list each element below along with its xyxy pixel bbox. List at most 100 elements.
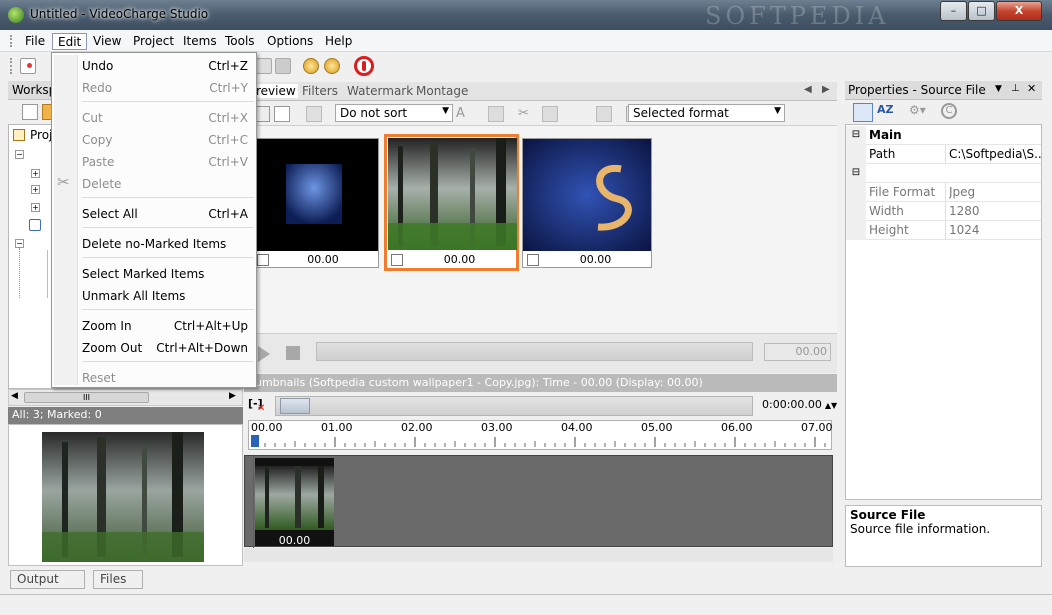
add-image-icon[interactable] — [274, 106, 290, 122]
add-item-icon[interactable] — [22, 104, 38, 120]
scroll-left-arrow[interactable]: ◀ — [11, 391, 18, 401]
property-pages-icon[interactable]: ⚙▾ — [909, 103, 933, 121]
crop-tool-icon[interactable]: ✂ — [518, 106, 534, 122]
menu-item-copy[interactable]: Copy Ctrl+C — [82, 131, 254, 149]
timeline-clip[interactable]: 00.00 — [255, 458, 334, 546]
scroll-thumb[interactable]: III — [24, 392, 149, 403]
menu-item-paste[interactable]: Paste Ctrl+V — [82, 153, 254, 171]
menu-project[interactable]: Project — [128, 33, 179, 50]
duplicate-icon[interactable] — [306, 106, 322, 122]
menu-item-cut[interactable]: Cut Ctrl+X — [82, 109, 254, 127]
thumbnail-card-3[interactable]: 00.00 — [522, 138, 652, 268]
zoom-out-icon[interactable] — [324, 58, 340, 74]
property-group-collapsed[interactable]: ⊟ — [846, 164, 1041, 183]
menu-file[interactable]: File — [20, 33, 50, 50]
tree-collapse-toggle[interactable]: − — [15, 239, 24, 248]
toolbar-grip — [10, 58, 12, 74]
tab-scroll-left-icon[interactable]: ◀ — [804, 84, 812, 95]
menu-item-zoom-out[interactable]: Zoom Out Ctrl+Alt+Down — [82, 339, 254, 357]
playback-progress[interactable] — [316, 342, 753, 361]
time-spinner-icon[interactable]: ▲▼ — [825, 401, 837, 410]
zoom-in-icon[interactable] — [303, 58, 319, 74]
new-project-icon[interactable] — [20, 58, 36, 74]
menu-item-undo[interactable]: Undo Ctrl+Z — [82, 57, 254, 75]
timeline-ruler[interactable]: 00.00 01.00 02.00 03.00 04.00 05.00 06.0… — [248, 420, 833, 450]
menu-item-delete[interactable]: Delete — [82, 175, 254, 193]
property-row-width[interactable]: Width 1280 — [846, 202, 1041, 221]
copyright-icon[interactable]: C — [941, 103, 957, 119]
stop-icon[interactable] — [354, 56, 374, 76]
project-icon — [13, 129, 25, 141]
stop-playback-icon[interactable] — [286, 346, 300, 360]
thumbnail-card-2-selected[interactable]: 00.00 — [384, 134, 519, 271]
property-group-main[interactable]: ⊟ Main — [846, 126, 1041, 145]
categorized-icon[interactable] — [853, 103, 873, 122]
timeline-time-field[interactable]: 0:00:00.00 ▲▼ — [762, 398, 837, 414]
minimize-button[interactable]: – — [940, 1, 967, 21]
thumbnail-checkbox[interactable] — [527, 254, 539, 266]
tab-filters[interactable]: Filters — [302, 84, 338, 98]
tree-expand-toggle[interactable]: + — [31, 203, 40, 212]
edit-dropdown-menu: Undo Ctrl+Z Redo Ctrl+Y Cut Ctrl+X Copy Ctrl… — [51, 52, 257, 388]
menu-item-delete-no-marked[interactable]: Delete no-Marked Items — [82, 235, 254, 253]
menu-item-unmark-all[interactable]: Unmark All Items — [82, 287, 254, 305]
tab-files[interactable]: Files — [93, 570, 143, 589]
rotate-icon[interactable] — [542, 106, 558, 122]
close-panel-icon[interactable]: ✕ — [1027, 82, 1036, 95]
timeline-tracks[interactable]: 00.00 — [244, 455, 833, 548]
tab-output[interactable]: Output — [10, 570, 85, 589]
timeline-hscrollbar[interactable] — [244, 548, 833, 562]
play-icon[interactable] — [258, 346, 270, 362]
tab-montage[interactable]: Montage — [416, 84, 468, 98]
menu-item-zoom-in[interactable]: Zoom In Ctrl+Alt+Up — [82, 317, 254, 335]
ruler-label: 04.00 — [561, 421, 593, 434]
paste-tool-icon[interactable] — [275, 58, 291, 74]
tree-expand-toggle[interactable]: + — [31, 185, 40, 194]
pin-icon[interactable]: ⊥ — [1011, 83, 1020, 94]
menu-options[interactable]: Options — [262, 33, 318, 50]
tab-preview[interactable]: review — [254, 84, 298, 98]
sort-select[interactable]: Do not sort ▼ — [335, 104, 453, 122]
menu-view[interactable]: View — [88, 33, 126, 50]
tree-expand-toggle[interactable]: + — [31, 169, 40, 178]
property-row-path[interactable]: Path C:\Softpedia\S... — [846, 145, 1041, 164]
tree-hscrollbar[interactable]: ◀ III ▶ — [8, 389, 243, 406]
move-icon[interactable] — [488, 106, 504, 122]
menu-item-select-marked[interactable]: Select Marked Items — [82, 265, 254, 283]
clip-time: 00.00 — [278, 534, 311, 547]
remove-clip-icon[interactable]: [-] ✕ — [248, 397, 265, 414]
document-icon[interactable] — [596, 106, 612, 122]
menu-item-select-all[interactable]: Select All Ctrl+A — [82, 205, 254, 223]
slider-thumb[interactable] — [280, 398, 310, 414]
tab-scroll-right-icon[interactable]: ▶ — [822, 84, 830, 95]
menu-item-redo[interactable]: Redo Ctrl+Y — [82, 79, 254, 97]
maximize-button[interactable]: □ — [968, 1, 995, 21]
tree-root-label[interactable]: Proj — [30, 128, 52, 142]
menu-separator — [82, 257, 254, 258]
copy-tool-icon[interactable] — [256, 58, 272, 74]
thumbnail-card-1[interactable]: 00.00 — [252, 138, 379, 268]
menu-separator — [82, 101, 254, 102]
timeline-zoom-slider[interactable] — [275, 396, 753, 416]
format-select[interactable]: Selected format ▼ — [628, 104, 785, 122]
ruler-label: 06.00 — [721, 421, 753, 434]
thumbnail-checkbox[interactable] — [391, 254, 403, 266]
panel-menu-icon[interactable]: ▼ — [995, 84, 1002, 94]
menu-edit[interactable]: Edit — [52, 33, 88, 50]
property-row-file-format[interactable]: File Format Jpeg — [846, 183, 1041, 202]
menu-tools[interactable]: Tools — [220, 33, 260, 50]
ruler-label: 07.00 — [801, 421, 833, 434]
scroll-right-arrow[interactable]: ▶ — [229, 391, 236, 401]
text-tool-icon[interactable]: A — [456, 106, 472, 122]
thumbnail-checkbox[interactable] — [257, 254, 269, 266]
menu-item-reset[interactable]: Reset — [82, 369, 254, 387]
menu-help[interactable]: Help — [320, 33, 357, 50]
tree-collapse-toggle[interactable]: − — [15, 150, 24, 159]
tree-line — [19, 248, 20, 298]
close-button[interactable]: X — [996, 1, 1042, 21]
sort-alpha-icon[interactable]: AZ — [877, 103, 895, 121]
menu-items[interactable]: Items — [178, 33, 222, 50]
tab-watermark[interactable]: Watermark — [347, 84, 413, 98]
app-icon[interactable] — [8, 7, 24, 23]
property-row-height[interactable]: Height 1024 — [846, 221, 1041, 240]
